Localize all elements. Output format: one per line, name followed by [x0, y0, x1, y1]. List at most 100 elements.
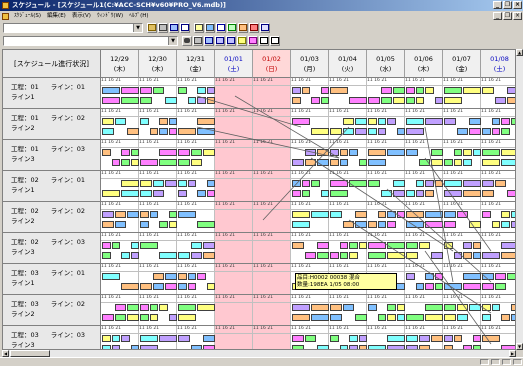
job-bar[interactable]	[149, 128, 158, 135]
job-bar[interactable]	[387, 211, 396, 218]
job-bar[interactable]	[453, 149, 462, 156]
job-bar[interactable]	[463, 159, 472, 166]
menu-help[interactable]: ﾍﾙﾌﾟ(H)	[126, 11, 151, 21]
job-bar[interactable]	[349, 149, 358, 156]
job-bar[interactable]	[342, 118, 355, 125]
job-bar[interactable]	[102, 314, 114, 321]
job-bar[interactable]	[431, 159, 443, 166]
job-bar[interactable]	[431, 149, 443, 156]
job-bar[interactable]	[463, 87, 481, 94]
job-bar[interactable]	[114, 118, 127, 125]
job-bar[interactable]	[469, 128, 481, 135]
job-bar[interactable]	[406, 314, 424, 321]
job-bar[interactable]	[206, 87, 215, 94]
day-cell[interactable]: 11 16 21	[253, 295, 291, 325]
job-bar[interactable]	[178, 149, 190, 156]
job-bar[interactable]	[425, 273, 434, 280]
chevron-down-icon[interactable]: ▼	[133, 23, 142, 32]
job-bar[interactable]	[149, 314, 158, 321]
job-bar[interactable]	[206, 283, 215, 290]
job-bar[interactable]	[190, 149, 203, 156]
move-left-button[interactable]	[215, 35, 225, 46]
job-bar[interactable]	[482, 335, 500, 342]
job-bar[interactable]	[121, 180, 139, 187]
job-bar[interactable]	[152, 190, 165, 197]
job-bar[interactable]	[387, 314, 396, 321]
job-bar[interactable]	[159, 252, 177, 259]
job-bar[interactable]	[311, 128, 329, 135]
job-bar[interactable]	[501, 221, 510, 228]
job-bar[interactable]	[292, 211, 310, 218]
job-bar[interactable]	[114, 314, 127, 321]
job-bar[interactable]	[434, 97, 443, 104]
job-bar[interactable]	[102, 242, 111, 249]
job-bar[interactable]	[102, 221, 114, 228]
job-bar[interactable]	[304, 335, 317, 342]
document-icon[interactable]	[2, 12, 9, 20]
job-bar[interactable]	[472, 335, 481, 342]
job-bar[interactable]	[444, 304, 456, 311]
day-cell[interactable]: 11 16 21	[253, 264, 291, 294]
day-cell[interactable]: 11 16 21	[253, 202, 291, 232]
job-bar[interactable]	[355, 314, 367, 321]
mdi-minimize-button[interactable]: _	[493, 12, 502, 20]
job-bar[interactable]	[304, 159, 317, 166]
job-bar[interactable]	[482, 128, 491, 135]
job-bar[interactable]	[159, 335, 177, 342]
zoom-button[interactable]	[204, 35, 214, 46]
job-bar[interactable]	[159, 149, 177, 156]
job-bar[interactable]	[444, 190, 462, 197]
job-bar[interactable]	[415, 87, 424, 94]
job-bar[interactable]	[178, 252, 190, 259]
job-bar[interactable]	[377, 211, 386, 218]
job-bar[interactable]	[342, 304, 355, 311]
job-bar[interactable]	[368, 242, 386, 249]
job-bar[interactable]	[453, 335, 462, 342]
job-bar[interactable]	[482, 211, 491, 218]
job-bar[interactable]	[396, 128, 405, 135]
job-bar[interactable]	[127, 128, 139, 135]
job-bar[interactable]	[168, 128, 177, 135]
job-bar[interactable]	[501, 149, 515, 156]
schedule-gantt[interactable]: [スケジュール進行状況] 12/29 (木) 12/30 (木) 12/31 (金) 01/…	[2, 49, 516, 350]
day-cell[interactable]: 11 16 21	[253, 109, 291, 139]
mdi-restore-button[interactable]: ❐	[503, 12, 512, 20]
job-bar[interactable]	[418, 335, 431, 342]
job-bar[interactable]	[406, 87, 415, 94]
job-bar[interactable]	[311, 304, 329, 311]
job-bar[interactable]	[149, 304, 158, 311]
job-bar[interactable]	[444, 314, 456, 321]
job-bar[interactable]	[140, 283, 152, 290]
job-bar[interactable]	[425, 304, 443, 311]
job-bar[interactable]	[444, 242, 453, 249]
job-bar[interactable]	[168, 221, 177, 228]
job-bar[interactable]	[491, 128, 500, 135]
menu-window[interactable]: ｳｨﾝﾄﾞｳ(W)	[94, 11, 126, 21]
job-bar[interactable]	[507, 97, 515, 104]
day-cell[interactable]: 11 16 21	[215, 295, 253, 325]
job-bar[interactable]	[330, 304, 342, 311]
scroll-up-button[interactable]: ▲	[516, 49, 523, 56]
job-bar[interactable]	[393, 180, 405, 187]
day-cell[interactable]: 11 16 21	[215, 233, 253, 263]
job-bar[interactable]	[349, 335, 358, 342]
job-bar[interactable]	[377, 118, 386, 125]
job-bar[interactable]	[453, 159, 462, 166]
job-bar[interactable]	[507, 273, 515, 280]
job-bar[interactable]	[127, 304, 139, 311]
job-bar[interactable]	[406, 211, 424, 218]
day-cell[interactable]: 11 16 21	[253, 233, 291, 263]
layout2-button[interactable]	[270, 35, 280, 46]
job-bar[interactable]	[330, 190, 348, 197]
move-right-button[interactable]	[226, 35, 236, 46]
print-button[interactable]	[158, 22, 168, 33]
job-bar[interactable]	[317, 242, 329, 249]
job-bar[interactable]	[387, 304, 396, 311]
job-bar[interactable]	[311, 211, 329, 218]
job-bar[interactable]	[102, 118, 114, 125]
job-bar[interactable]	[349, 97, 367, 104]
title-bar[interactable]: スケジュール - [スケジュール1(C:¥ACC-SCH¥v60¥PRO_V6.…	[0, 0, 523, 11]
job-bar[interactable]	[187, 97, 196, 104]
job-bar[interactable]	[482, 180, 494, 187]
job-bar[interactable]	[190, 242, 203, 249]
